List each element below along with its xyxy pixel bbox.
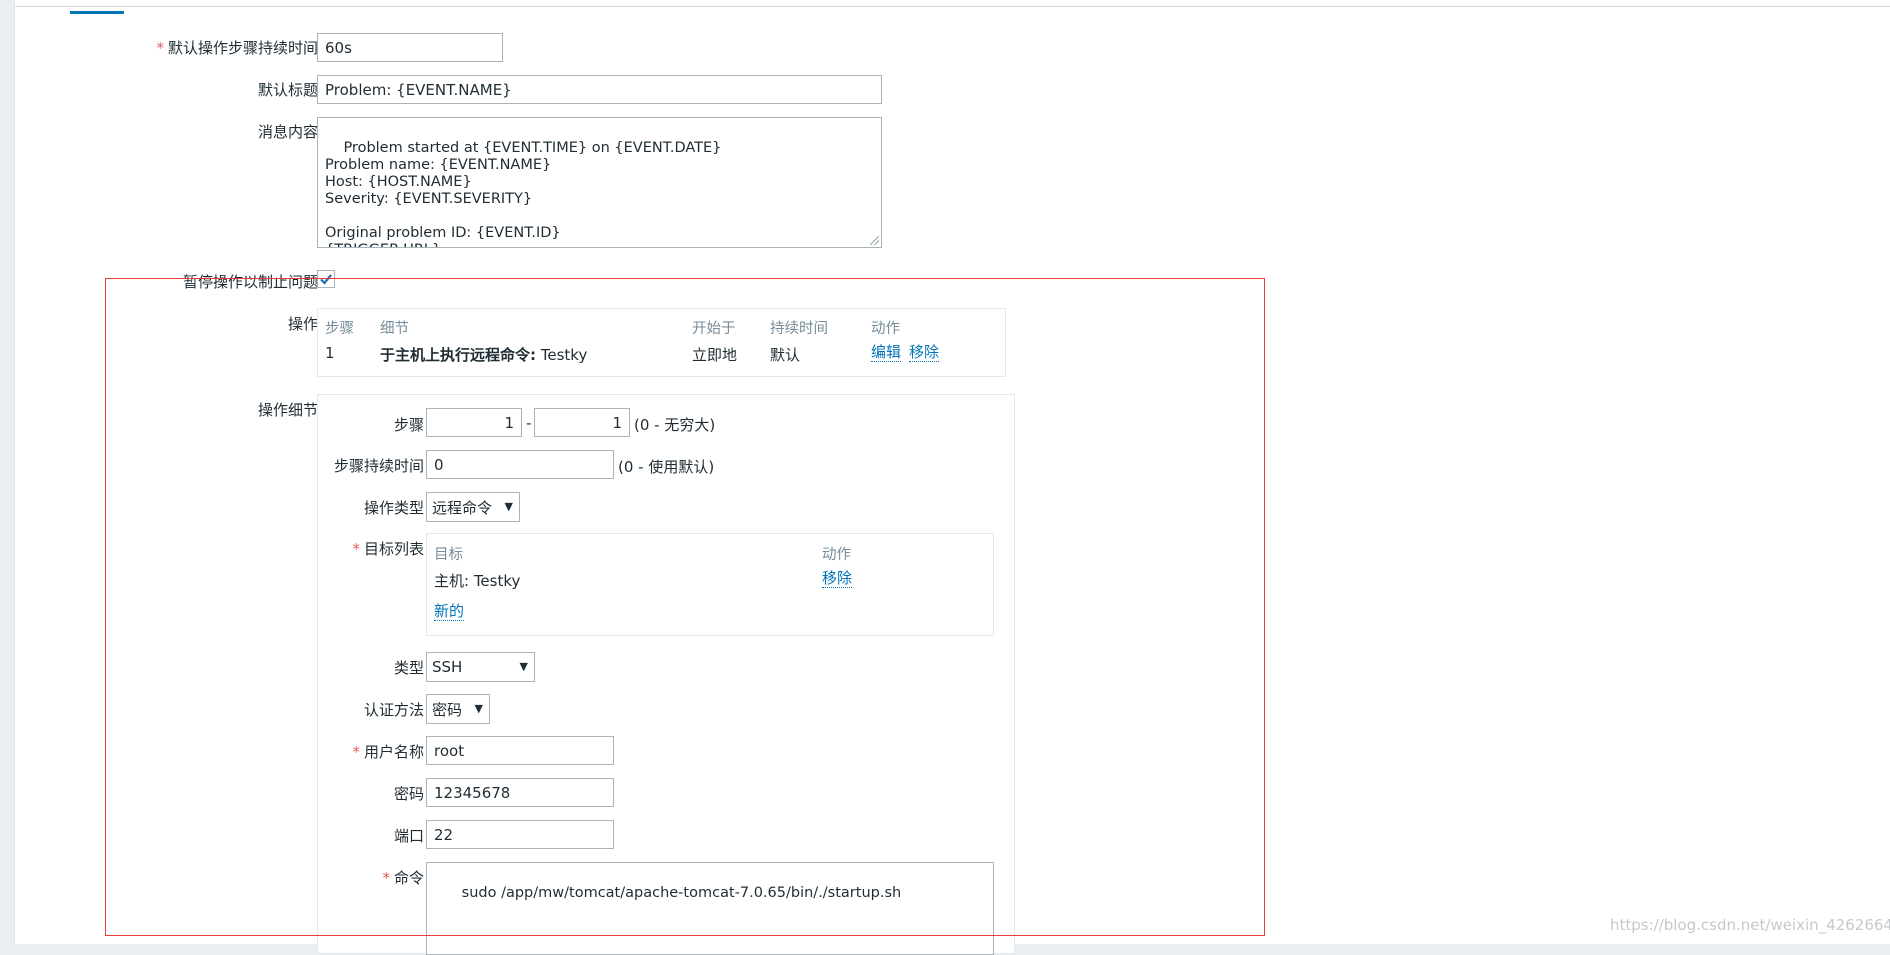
port-input[interactable]: 22 xyxy=(426,820,614,849)
watermark: https://blog.csdn.net/weixin_42626643 xyxy=(1610,916,1890,934)
dropdown-arrow-icon: ▼ xyxy=(519,659,528,673)
steps-hint: (0 - 无穷大) xyxy=(634,416,716,434)
column-header-details: 细节 xyxy=(380,321,409,337)
username-label: * 用户名称 xyxy=(352,743,424,761)
column-header-duration: 持续时间 xyxy=(770,321,828,337)
column-header-action: 动作 xyxy=(822,547,851,563)
operation-start-in: 立即地 xyxy=(692,346,738,364)
pause-suppressed-checkbox[interactable] xyxy=(317,270,335,288)
column-header-target: 目标 xyxy=(434,547,463,563)
step-from-input[interactable]: 1 xyxy=(426,408,522,437)
steps-label: 步骤 xyxy=(393,416,424,434)
new-target-link[interactable]: 新的 xyxy=(434,603,465,621)
password-input[interactable]: 12345678 xyxy=(426,778,614,807)
default-message-label: 消息内容 xyxy=(257,123,318,141)
operation-type-label: 操作类型 xyxy=(363,499,424,517)
command-textarea[interactable]: sudo /app/mw/tomcat/apache-tomcat-7.0.65… xyxy=(426,862,994,955)
required-marker: * xyxy=(156,39,164,57)
pause-suppressed-label: 暂停操作以制止问题 xyxy=(182,273,318,291)
required-marker: * xyxy=(382,869,390,887)
type-label: 类型 xyxy=(393,659,424,677)
target-host: 主机: Testky xyxy=(434,572,521,590)
resize-grip-icon[interactable] xyxy=(870,236,879,245)
operation-type-select[interactable]: 远程命令 ▼ xyxy=(426,492,520,522)
operation-details: 于主机上执行远程命令: Testky xyxy=(380,346,588,364)
target-list-label: * 目标列表 xyxy=(352,540,424,558)
remove-operation-link[interactable]: 移除 xyxy=(909,344,940,362)
step-range-separator: - xyxy=(526,414,532,432)
password-label: 密码 xyxy=(393,785,424,803)
dropdown-arrow-icon: ▼ xyxy=(504,499,513,513)
command-label: * 命令 xyxy=(382,869,424,887)
default-message-textarea[interactable]: Problem started at {EVENT.TIME} on {EVEN… xyxy=(317,117,882,248)
default-subject-input[interactable]: Problem: {EVENT.NAME} xyxy=(317,75,882,104)
operation-details-label: 操作细节 xyxy=(257,401,318,419)
edit-operation-link[interactable]: 编辑 xyxy=(871,344,902,362)
dropdown-arrow-icon: ▼ xyxy=(474,701,483,715)
active-tab-indicator xyxy=(70,11,124,14)
required-marker: * xyxy=(352,540,360,558)
auth-method-select[interactable]: 密码 ▼ xyxy=(426,694,490,724)
column-header-start-in: 开始于 xyxy=(692,321,736,337)
operations-table: 步骤 细节 开始于 持续时间 动作 1 于主机上执行远程命令: Testky 立… xyxy=(317,308,1006,377)
operation-details-panel: 步骤 1 - 1 (0 - 无穷大) 步骤持续时间 0 (0 - 使用默认) 操… xyxy=(317,394,1015,955)
default-step-duration-label: * 默认操作步骤持续时间 xyxy=(156,39,318,57)
operation-step: 1 xyxy=(325,344,335,362)
step-to-input[interactable]: 1 xyxy=(534,408,630,437)
page-content: * 默认操作步骤持续时间 60s 默认标题 Problem: {EVENT.NAM… xyxy=(14,0,1890,955)
default-subject-label: 默认标题 xyxy=(257,81,318,99)
remove-target-link[interactable]: 移除 xyxy=(822,570,853,588)
step-duration-input[interactable]: 0 xyxy=(426,450,614,479)
operations-label: 操作 xyxy=(287,315,318,333)
column-header-action: 动作 xyxy=(871,321,900,337)
type-select[interactable]: SSH ▼ xyxy=(426,652,535,682)
port-label: 端口 xyxy=(393,827,424,845)
column-header-step: 步骤 xyxy=(325,321,354,337)
tab-bar-divider xyxy=(15,6,1890,7)
required-marker: * xyxy=(352,743,360,761)
step-duration-hint: (0 - 使用默认) xyxy=(618,458,715,476)
checkmark-icon xyxy=(320,274,332,285)
default-step-duration-input[interactable]: 60s xyxy=(317,33,503,62)
step-duration-label: 步骤持续时间 xyxy=(333,457,424,475)
target-list-table: 目标 动作 主机: Testky 移除 新的 xyxy=(426,533,994,636)
username-input[interactable]: root xyxy=(426,736,614,765)
auth-method-label: 认证方法 xyxy=(363,701,424,719)
operation-duration: 默认 xyxy=(770,346,801,364)
